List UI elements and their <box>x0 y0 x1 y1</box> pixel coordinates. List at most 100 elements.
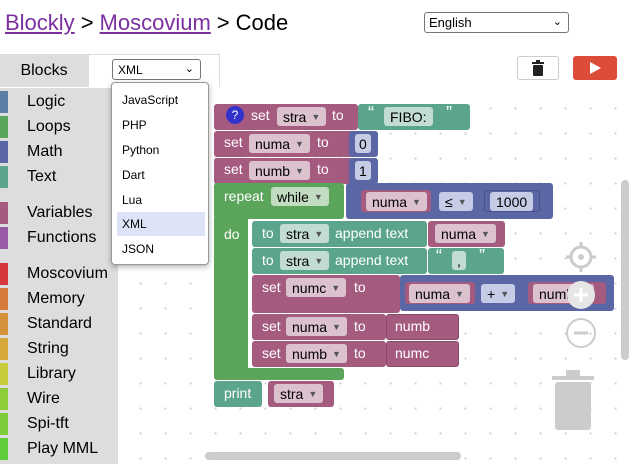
category-label: Play MML <box>27 440 99 457</box>
dropdown-arrow-icon: ▼ <box>314 255 324 266</box>
toolbox-category-play-mml[interactable]: Play MML <box>0 438 118 460</box>
var-stra-field[interactable]: stra ▼ <box>280 251 330 270</box>
var-numa-field[interactable]: numa ▼ <box>286 317 347 336</box>
toolbox-category-moscovium[interactable]: Moscovium <box>0 263 118 285</box>
menu-item-python[interactable]: Python <box>117 138 205 162</box>
toolbox-category-string[interactable]: String <box>0 338 118 360</box>
category-color <box>0 388 8 410</box>
var-stra-field[interactable]: stra ▼ <box>274 384 324 403</box>
number-value: 0 <box>359 135 367 152</box>
dropdown-arrow-icon: ▼ <box>455 288 464 299</box>
toolbox-category-logic[interactable]: Logic <box>0 91 118 113</box>
var-stra-field[interactable]: stra ▼ <box>280 224 330 243</box>
breadcrumb-moscovium-link[interactable]: Moscovium <box>100 10 211 35</box>
var-numa-field[interactable]: numa ▼ <box>409 284 470 303</box>
menu-item-dart[interactable]: Dart <box>117 163 205 187</box>
breadcrumb-blockly-link[interactable]: Blockly <box>5 10 75 35</box>
code-format-select[interactable]: XML ⌄ <box>112 59 201 80</box>
number-field[interactable]: 1 <box>355 161 371 180</box>
category-label: Memory <box>27 290 85 307</box>
number-value: 1 <box>359 162 367 179</box>
string-value: , <box>457 252 461 269</box>
toolbox-category-variables[interactable]: Variables <box>0 202 118 224</box>
zoom-in-icon[interactable] <box>564 278 598 312</box>
dropdown-arrow-icon: ▼ <box>313 191 323 202</box>
set-label: set <box>262 318 281 334</box>
dropdown-arrow-icon: ▼ <box>500 288 510 299</box>
dropdown-arrow-icon: ▼ <box>457 196 467 207</box>
quote-close: ” <box>446 103 452 123</box>
var-numc-field[interactable]: numc ▼ <box>286 278 347 297</box>
string-fibo-field[interactable]: FIBO: <box>384 107 433 126</box>
menu-item-label: JavaScript <box>122 93 179 107</box>
trash-button[interactable] <box>517 56 559 80</box>
code-format-value: XML <box>118 63 143 77</box>
while-mode-field[interactable]: while ▼ <box>271 187 329 206</box>
toolbox-category-text[interactable]: Text <box>0 166 118 188</box>
category-label: Math <box>27 143 63 160</box>
zoom-out-icon[interactable] <box>564 316 598 350</box>
var-numa-field[interactable]: numa ▼ <box>249 134 310 153</box>
set-label: set <box>262 345 281 361</box>
append-text-label: append text <box>335 252 409 268</box>
dropdown-arrow-icon: ▼ <box>295 165 304 176</box>
number-field[interactable]: 1000 <box>490 192 534 211</box>
menu-item-javascript[interactable]: JavaScript <box>117 88 205 112</box>
var-name: numa <box>441 225 477 242</box>
help-icon[interactable]: ? <box>226 106 244 124</box>
category-label: Functions <box>27 229 97 246</box>
vertical-scrollbar[interactable] <box>621 180 629 360</box>
toolbox-category-functions[interactable]: Functions <box>0 227 118 249</box>
number-field[interactable]: 0 <box>355 134 371 153</box>
category-label: Wire <box>27 390 60 407</box>
horizontal-scrollbar[interactable] <box>205 452 461 460</box>
menu-item-label: Lua <box>122 193 143 207</box>
menu-item-lua[interactable]: Lua <box>117 188 205 212</box>
category-label: Logic <box>27 93 66 110</box>
run-button[interactable] <box>573 56 617 80</box>
var-stra-field[interactable]: stra ▼ <box>277 107 327 126</box>
compare-operator-field[interactable]: ≤ ▼ <box>439 192 473 211</box>
toolbox-category-loops[interactable]: Loops <box>0 116 118 138</box>
category-label: Text <box>27 168 57 185</box>
to-label: to <box>262 252 274 268</box>
reset-zoom-icon[interactable] <box>564 240 598 274</box>
category-label: Variables <box>27 204 93 221</box>
var-name: numa <box>415 285 451 302</box>
string-comma-field[interactable]: , <box>452 251 466 270</box>
category-color <box>0 91 8 113</box>
quote-open: “ <box>436 246 442 266</box>
var-numa-field[interactable]: numa ▼ <box>435 224 496 243</box>
category-color <box>0 413 8 435</box>
number-value: 1000 <box>496 193 528 210</box>
repeat-while-arm <box>214 218 248 378</box>
var-numa-field[interactable]: numa ▼ <box>366 192 427 211</box>
menu-item-php[interactable]: PHP <box>117 113 205 137</box>
category-color <box>0 438 8 460</box>
var-name: numc <box>292 279 327 296</box>
menu-item-label: PHP <box>122 118 147 132</box>
tab-blocks[interactable]: Blocks <box>0 54 88 87</box>
to-label: to <box>262 225 274 241</box>
trash-icon <box>532 60 544 76</box>
language-select[interactable]: English ⌄ <box>424 12 569 33</box>
menu-item-json[interactable]: JSON <box>117 237 205 261</box>
toolbox-category-library[interactable]: Library <box>0 363 118 385</box>
var-numb-field[interactable]: numb ▼ <box>249 161 310 180</box>
quote-close: ” <box>479 246 485 266</box>
toolbox-category-spi-tft[interactable]: Spi-tft <box>0 413 118 435</box>
workspace-trash-icon[interactable] <box>548 368 598 432</box>
toolbox-category-memory[interactable]: Memory <box>0 288 118 310</box>
arithmetic-operator-field[interactable]: + ▼ <box>481 284 516 303</box>
toolbox-category-math[interactable]: Math <box>0 141 118 163</box>
category-color <box>0 363 8 385</box>
do-label: do <box>224 226 240 242</box>
dropdown-arrow-icon: ▼ <box>331 282 341 293</box>
menu-item-xml[interactable]: XML <box>117 212 205 236</box>
toolbox-category-wire[interactable]: Wire <box>0 388 118 410</box>
var-numb-field[interactable]: numb ▼ <box>286 344 347 363</box>
category-color <box>0 227 8 249</box>
set-label: set <box>262 279 281 295</box>
toolbox-category-standard[interactable]: Standard <box>0 313 118 335</box>
var-name: numb <box>255 162 291 179</box>
